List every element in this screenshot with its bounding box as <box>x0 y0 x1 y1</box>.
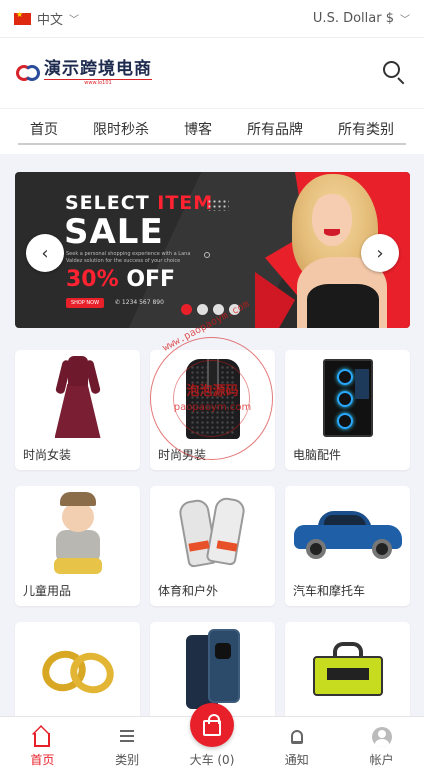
watermark-stamp: www.paopaoym.com 泡泡源码 paopaoym.com <box>150 299 273 460</box>
shop-now-button[interactable]: SHOP NOW <box>66 298 104 308</box>
language-selector[interactable]: 中文 ﹀ <box>14 9 79 28</box>
category-card-sports[interactable]: 体育和户外 <box>150 486 275 606</box>
top-bar: 中文 ﹀ U.S. Dollar $ ﹀ <box>0 0 424 38</box>
gloves-icon <box>176 494 249 574</box>
currency-label: U.S. Dollar $ <box>312 11 394 26</box>
bottom-tab-label: 大车 (0) <box>189 753 235 767</box>
category-label: 汽车和摩托车 <box>293 584 366 598</box>
nav-item-home[interactable]: 首页 <box>18 119 70 139</box>
hero-banner[interactable]: SELECT ITEM SALE Seek a personal shoppin… <box>15 172 410 328</box>
main-nav: 首页 限时秒杀 博客 所有品牌 所有类别 <box>0 108 424 154</box>
bottom-tab-account[interactable]: 帐户 <box>340 727 424 768</box>
watermark-center-text: 泡泡源码 <box>186 384 239 399</box>
bottom-tab-label: 类别 <box>115 753 140 767</box>
bottom-tab-category[interactable]: 类别 <box>85 727 169 768</box>
banner-sale: SALE <box>64 212 164 252</box>
search-icon[interactable] <box>382 60 408 86</box>
cart-button[interactable] <box>190 703 234 747</box>
dress-icon <box>54 356 101 440</box>
header: 演示跨境电商 www.lo101 <box>0 38 424 108</box>
logo-mark-icon <box>16 63 40 83</box>
bottom-tab-label: 帐户 <box>369 753 394 767</box>
ring-decoration <box>204 252 210 258</box>
category-card-womens-fashion[interactable]: 时尚女装 <box>15 350 140 470</box>
language-label: 中文 <box>37 13 64 28</box>
category-label: 电脑配件 <box>293 448 342 462</box>
nav-item-blog[interactable]: 博客 <box>172 119 224 139</box>
banner-headline: SELECT ITEM <box>65 192 214 214</box>
nav-item-flash-sale[interactable]: 限时秒杀 <box>81 119 161 139</box>
logo-title: 演示跨境电商 <box>44 59 152 79</box>
bottom-tab-notifications[interactable]: 通知 <box>255 727 339 768</box>
list-icon <box>120 730 135 744</box>
shopping-bag-icon <box>203 714 221 736</box>
bottom-tab-label: 通知 <box>284 753 309 767</box>
category-label: 时尚女装 <box>23 448 72 462</box>
logo-subtitle: www.lo101 <box>44 79 152 87</box>
currency-selector[interactable]: U.S. Dollar $ ﹀ <box>313 11 410 26</box>
pc-case-icon <box>322 359 373 437</box>
carousel-dot-2[interactable] <box>197 304 208 315</box>
chevron-down-icon: ﹀ <box>69 15 80 26</box>
carousel-dot-1[interactable] <box>181 304 192 315</box>
category-card-computer-parts[interactable]: 电脑配件 <box>285 350 410 470</box>
tool-bag-icon <box>312 642 383 698</box>
banner-discount: 30% OFF <box>66 267 176 292</box>
avatar-icon <box>371 727 392 747</box>
dots-decoration <box>207 199 229 211</box>
bottom-tab-home[interactable]: 首页 <box>0 727 84 768</box>
baby-icon <box>48 492 108 576</box>
banner-phone: ✆ 1234 567 890 <box>115 299 164 306</box>
bottom-tab-label: 首页 <box>30 753 55 767</box>
chevron-down-icon: ﹀ <box>400 15 410 26</box>
banner-description: Seek a personal shopping experience with… <box>66 251 191 264</box>
phone-icon <box>185 629 240 711</box>
logo[interactable]: 演示跨境电商 www.lo101 <box>16 59 152 87</box>
rings-icon <box>35 644 120 700</box>
carousel-next-button[interactable]: › <box>361 234 399 272</box>
carousel-prev-button[interactable]: ‹ <box>26 234 64 272</box>
category-card-auto[interactable]: 汽车和摩托车 <box>285 486 410 606</box>
category-label: 儿童用品 <box>23 584 72 598</box>
watermark-bottom-text: paopaoym.com <box>173 402 252 413</box>
nav-item-categories[interactable]: 所有类别 <box>326 119 406 139</box>
car-icon <box>293 509 402 559</box>
bell-icon <box>290 730 303 744</box>
category-label: 体育和户外 <box>158 584 219 598</box>
home-icon <box>34 733 51 747</box>
category-card-kids[interactable]: 儿童用品 <box>15 486 140 606</box>
nav-item-brands[interactable]: 所有品牌 <box>235 119 315 139</box>
china-flag-icon <box>14 10 31 25</box>
